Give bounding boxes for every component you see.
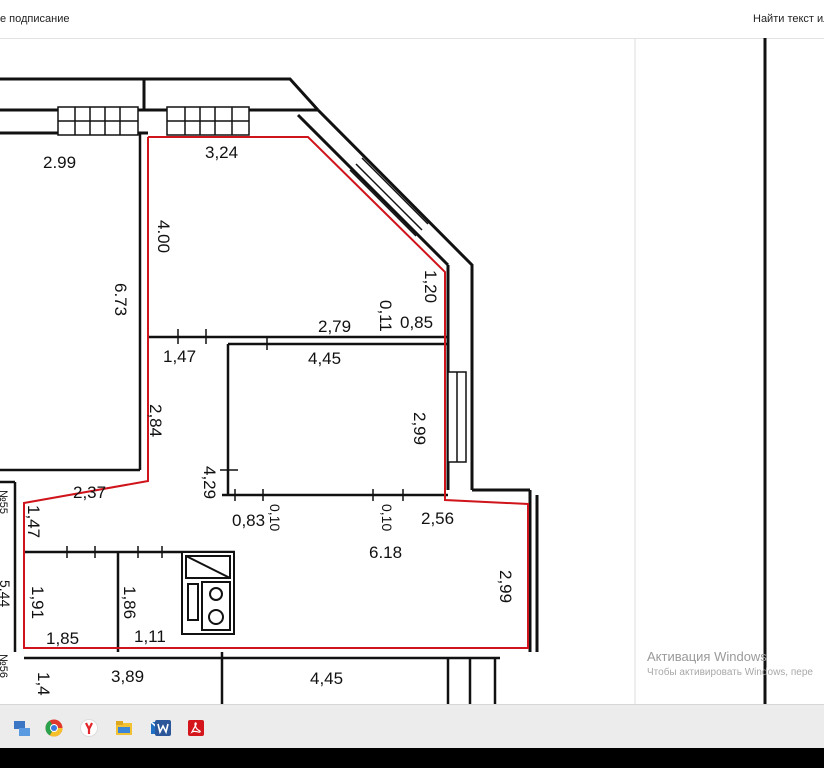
dim-2-99-top: 2.99 <box>43 153 76 172</box>
dim-2-56: 2,56 <box>421 509 454 528</box>
dim-6-73: 6.73 <box>111 283 130 316</box>
dim-2-99-balcony: 2,99 <box>496 570 515 603</box>
dim-1-47-left: 1,47 <box>24 505 43 538</box>
dim-1-91: 1,91 <box>28 586 47 619</box>
yandex-icon[interactable] <box>80 719 98 737</box>
dim-1-4: 1,4 <box>34 672 53 696</box>
dim-5-44: 5,44 <box>0 580 13 607</box>
window-right <box>447 371 467 463</box>
dim-1-86: 1,86 <box>120 586 139 619</box>
sign-button[interactable]: е подписание <box>0 13 69 25</box>
dim-4-45-mid: 4,45 <box>308 349 341 368</box>
room-number-55: №55 <box>0 490 9 514</box>
dim-1-85: 1,85 <box>46 629 79 648</box>
windows-activation-title: Активация Windows <box>647 649 767 664</box>
document-viewer: е подписание Найти текст ил 2.99 3,24 4.… <box>0 0 824 704</box>
chrome-icon[interactable] <box>45 719 63 737</box>
viewer-toolbar: е подписание Найти текст ил <box>0 0 824 39</box>
dimension-labels: 2.99 3,24 4.00 6.73 1,20 0,11 0,85 2,79 … <box>0 143 515 696</box>
dim-0-10-a: 0,10 <box>267 504 283 531</box>
room-number-56: №56 <box>0 654 9 678</box>
floor-plan: 2.99 3,24 4.00 6.73 1,20 0,11 0,85 2,79 … <box>0 38 767 704</box>
dim-2-79: 2,79 <box>318 317 351 336</box>
window-top-mid <box>166 106 250 136</box>
find-text-button[interactable]: Найти текст ил <box>753 13 824 25</box>
dim-0-10-b: 0,10 <box>379 504 395 531</box>
dim-0-11: 0,11 <box>376 300 395 332</box>
dim-4-45-bottom: 4,45 <box>310 669 343 688</box>
network-icon[interactable] <box>13 719 31 737</box>
outer-walls <box>0 77 539 652</box>
dim-0-85: 0,85 <box>400 313 433 332</box>
stove-icon <box>181 551 235 635</box>
acrobat-icon[interactable] <box>187 719 205 737</box>
window-top-left <box>57 106 139 136</box>
windows-taskbar <box>0 704 824 749</box>
dim-4-00: 4.00 <box>154 220 173 253</box>
dim-2-84: 2,84 <box>146 404 165 437</box>
dim-2-99-right: 2,99 <box>410 412 429 445</box>
dim-3-24: 3,24 <box>205 143 238 162</box>
dim-1-11: 1,11 <box>134 627 166 646</box>
dim-3-89: 3,89 <box>111 667 144 686</box>
dim-1-47-mid: 1,47 <box>163 347 196 366</box>
dim-6-18: 6.18 <box>369 543 402 562</box>
dim-0-83: 0,83 <box>232 511 265 530</box>
dim-1-20: 1,20 <box>421 270 440 303</box>
windows-activation-subtitle: Чтобы активировать Windows, пере <box>647 667 813 678</box>
word-app-icon[interactable] <box>154 719 172 737</box>
dim-2-37: 2,37 <box>73 483 106 502</box>
file-explorer-icon[interactable] <box>115 719 133 737</box>
screen-bottom-edge <box>0 748 824 768</box>
window-diagonal <box>349 157 429 237</box>
dim-4-29: 4,29 <box>200 466 219 499</box>
